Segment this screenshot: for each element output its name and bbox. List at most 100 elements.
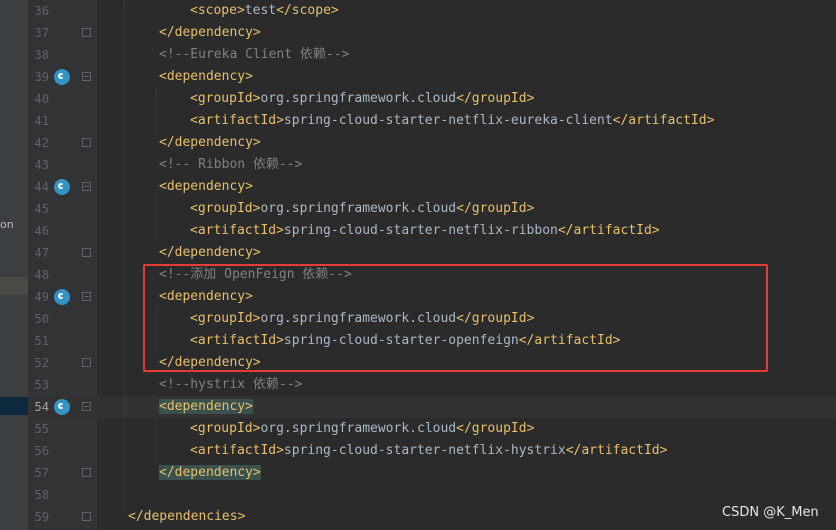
code-line[interactable]: 45 <groupId>org.springframework.cloud</gr… xyxy=(29,198,836,220)
code-text[interactable]: <groupId>org.springframework.cloud</grou… xyxy=(190,418,534,440)
line-number[interactable]: 47 xyxy=(29,242,49,264)
line-number[interactable]: 43 xyxy=(29,154,49,176)
line-number[interactable]: 50 xyxy=(29,308,49,330)
code-text[interactable]: <!--hystrix 依赖--> xyxy=(159,374,302,396)
xml-value: org.springframework.cloud xyxy=(260,201,457,216)
code-text[interactable]: <scope>test</scope> xyxy=(190,0,339,22)
xml-tag: </dependencies> xyxy=(128,509,246,524)
fold-marker-icon[interactable] xyxy=(82,358,91,367)
maven-dependency-icon[interactable] xyxy=(54,289,70,305)
xml-tag: </artifactId> xyxy=(612,113,715,128)
line-number[interactable]: 54 xyxy=(29,396,49,418)
code-text[interactable]: <groupId>org.springframework.cloud</grou… xyxy=(190,88,534,110)
code-line[interactable]: 41 <artifactId>spring-cloud-starter-netfl… xyxy=(29,110,836,132)
line-number[interactable]: 38 xyxy=(29,44,49,66)
line-number[interactable]: 41 xyxy=(29,110,49,132)
line-number[interactable]: 52 xyxy=(29,352,49,374)
xml-tag: <artifactId> xyxy=(190,113,284,128)
annotation-highlight-box xyxy=(143,264,768,372)
xml-tag: <groupId> xyxy=(190,91,261,106)
code-line[interactable]: 44 <dependency> xyxy=(29,176,836,198)
line-number[interactable]: 53 xyxy=(29,374,49,396)
code-line[interactable]: 58 xyxy=(29,484,836,506)
line-number[interactable]: 51 xyxy=(29,330,49,352)
line-number[interactable]: 44 xyxy=(29,176,49,198)
xml-tag: </artifactId> xyxy=(565,443,668,458)
line-number[interactable]: 58 xyxy=(29,484,49,506)
line-number[interactable]: 56 xyxy=(29,440,49,462)
code-text[interactable]: <!-- Ribbon 依赖--> xyxy=(159,154,302,176)
fold-marker-icon[interactable] xyxy=(82,512,91,521)
xml-tag: <groupId> xyxy=(190,421,261,436)
code-line[interactable]: 46 <artifactId>spring-cloud-starter-netfl… xyxy=(29,220,836,242)
code-line[interactable]: 38 <!--Eureka Client 依赖--> xyxy=(29,44,836,66)
xml-tag: </dependency> xyxy=(159,245,261,260)
line-number[interactable]: 42 xyxy=(29,132,49,154)
xml-value: spring-cloud-starter-netflix-ribbon xyxy=(283,223,558,238)
code-line[interactable]: 57 </dependency> xyxy=(29,462,836,484)
code-text[interactable]: </dependency> xyxy=(159,22,261,44)
fold-marker-icon[interactable] xyxy=(82,138,91,147)
xml-value: test xyxy=(244,3,277,18)
line-number[interactable]: 55 xyxy=(29,418,49,440)
code-line[interactable]: 43 <!-- Ribbon 依赖--> xyxy=(29,154,836,176)
code-text[interactable]: </dependency> xyxy=(159,132,261,154)
fold-marker-icon[interactable] xyxy=(82,468,91,477)
code-text[interactable]: <dependency> xyxy=(159,66,253,88)
indent-guide xyxy=(156,198,157,242)
code-line[interactable]: 39 <dependency> xyxy=(29,66,836,88)
xml-tag: <artifactId> xyxy=(190,223,284,238)
xml-value: org.springframework.cloud xyxy=(260,91,457,106)
code-text[interactable]: <dependency> xyxy=(159,176,253,198)
code-line[interactable]: 47 </dependency> xyxy=(29,242,836,264)
line-number[interactable]: 46 xyxy=(29,220,49,242)
fold-marker-icon[interactable] xyxy=(82,402,91,411)
xml-value: spring-cloud-starter-netflix-hystrix xyxy=(283,443,566,458)
line-number[interactable]: 40 xyxy=(29,88,49,110)
line-number[interactable]: 57 xyxy=(29,462,49,484)
fold-marker-icon[interactable] xyxy=(82,248,91,257)
project-panel-edge[interactable]: on xyxy=(0,0,29,530)
code-text[interactable]: <groupId>org.springframework.cloud</grou… xyxy=(190,198,534,220)
line-number[interactable]: 37 xyxy=(29,22,49,44)
code-line[interactable]: 53 <!--hystrix 依赖--> xyxy=(29,374,836,396)
code-text[interactable]: <artifactId>spring-cloud-starter-netflix… xyxy=(190,110,714,132)
line-number[interactable]: 39 xyxy=(29,66,49,88)
code-line[interactable]: 55 <groupId>org.springframework.cloud</gr… xyxy=(29,418,836,440)
code-text[interactable]: <!--Eureka Client 依赖--> xyxy=(159,44,349,66)
maven-dependency-icon[interactable] xyxy=(54,69,70,85)
code-line[interactable]: 40 <groupId>org.springframework.cloud</gr… xyxy=(29,88,836,110)
code-text[interactable]: <artifactId>spring-cloud-starter-netflix… xyxy=(190,220,660,242)
code-text[interactable]: </dependency> xyxy=(159,242,261,264)
watermark: CSDN @K_Men xyxy=(722,505,819,520)
xml-tag: </dependency> xyxy=(159,25,261,40)
line-number[interactable]: 36 xyxy=(29,0,49,22)
code-text[interactable]: </dependencies> xyxy=(128,506,245,528)
line-number[interactable]: 59 xyxy=(29,506,49,528)
fold-marker-icon[interactable] xyxy=(82,292,91,301)
code-text[interactable]: </dependency> xyxy=(159,462,261,484)
indent-guide xyxy=(156,88,157,132)
xml-value: org.springframework.cloud xyxy=(260,421,457,436)
indent-guide xyxy=(124,0,125,508)
code-line[interactable]: 56 <artifactId>spring-cloud-starter-netfl… xyxy=(29,440,836,462)
panel-label: on xyxy=(0,218,14,231)
code-line[interactable]: 37 </dependency> xyxy=(29,22,836,44)
fold-marker-icon[interactable] xyxy=(82,182,91,191)
xml-tag: </groupId> xyxy=(456,201,535,216)
fold-marker-icon[interactable] xyxy=(82,72,91,81)
line-number[interactable]: 45 xyxy=(29,198,49,220)
code-text[interactable]: <dependency> xyxy=(159,396,253,418)
fold-marker-icon[interactable] xyxy=(82,28,91,37)
code-line[interactable]: 59 </dependencies> xyxy=(29,506,836,528)
xml-comment: <!-- Ribbon 依赖--> xyxy=(159,157,303,172)
maven-dependency-icon[interactable] xyxy=(54,179,70,195)
xml-tag: <scope> xyxy=(190,3,245,18)
maven-dependency-icon[interactable] xyxy=(54,399,70,415)
line-number[interactable]: 48 xyxy=(29,264,49,286)
code-text[interactable]: <artifactId>spring-cloud-starter-netflix… xyxy=(190,440,667,462)
line-number[interactable]: 49 xyxy=(29,286,49,308)
code-line[interactable]: 54 <dependency> xyxy=(29,396,836,418)
code-line[interactable]: 42 </dependency> xyxy=(29,132,836,154)
code-line[interactable]: 36 <scope>test</scope> xyxy=(29,0,836,22)
